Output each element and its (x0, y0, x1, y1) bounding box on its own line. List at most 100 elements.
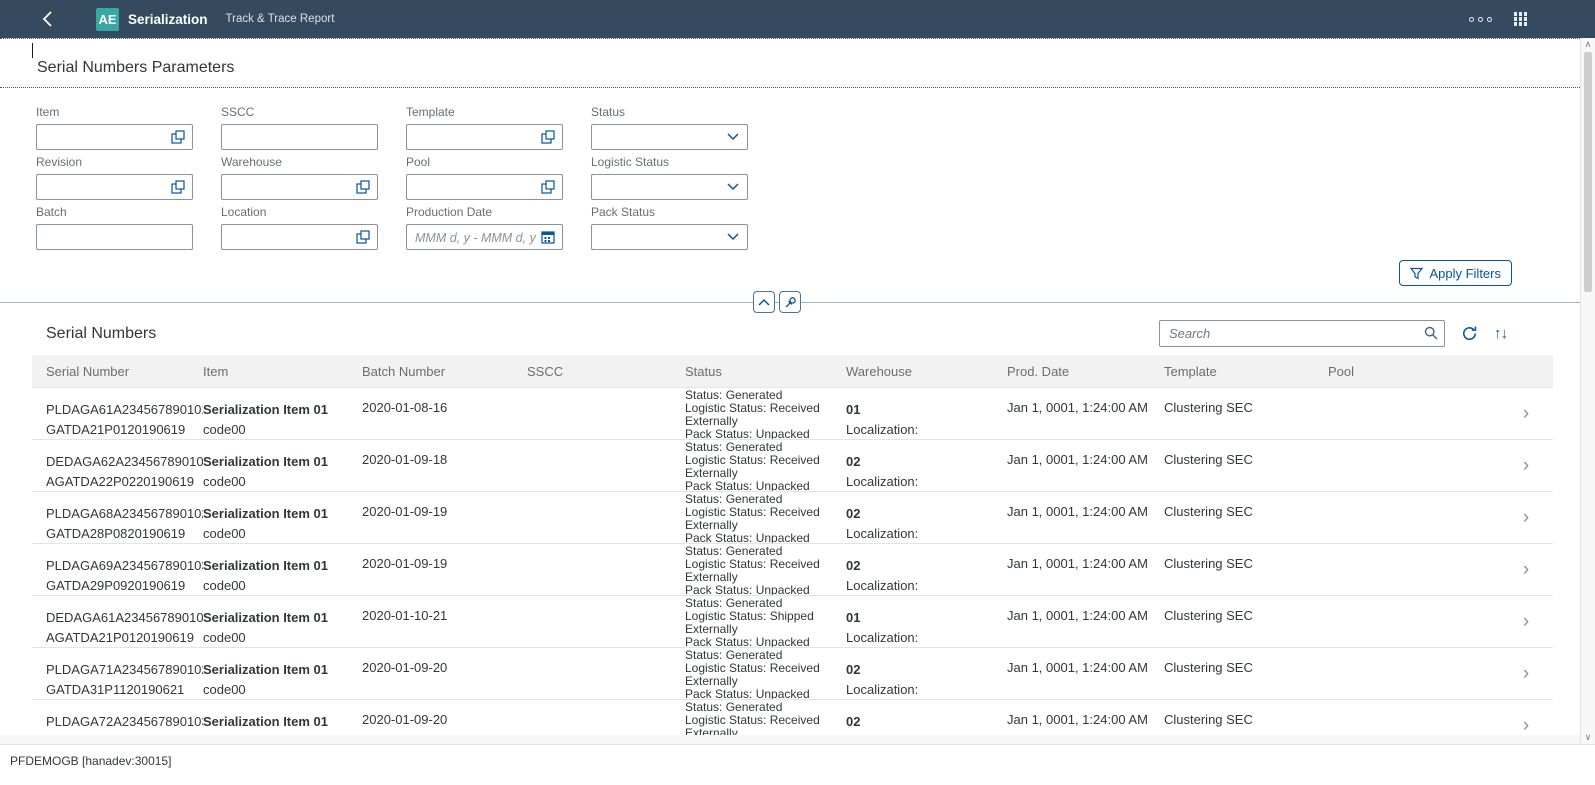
column-header-item: Item (203, 355, 362, 387)
row-chevron-icon[interactable]: › (1509, 388, 1553, 439)
template-cell: Clustering SEC (1164, 388, 1328, 439)
prod-date-cell: Jan 1, 0001, 1:24:00 AM (1007, 388, 1164, 439)
overflow-icon[interactable] (1469, 17, 1492, 22)
column-header-warehouse: Warehouse (846, 355, 1007, 387)
serial-number-cell: DEDAGA62A234567890102AGATDA22P0220190619 (46, 440, 203, 491)
table-row[interactable]: DEDAGA62A234567890102AGATDA22P0220190619… (32, 440, 1553, 492)
horizontal-scrollbar[interactable] (0, 735, 1580, 744)
filter-field-template: Template (406, 105, 563, 150)
collapse-header-button[interactable] (753, 291, 775, 313)
back-icon[interactable] (28, 10, 68, 28)
filter-label-production-date: Production Date (406, 205, 563, 219)
sscc-cell (527, 544, 685, 595)
status-cell: Status: GeneratedLogistic Status: Receiv… (685, 440, 846, 491)
warehouse-cell: 02Localization: (846, 440, 1007, 491)
batch-cell: 2020-01-10-21 (362, 596, 527, 647)
pool-cell (1328, 544, 1509, 595)
row-chevron-icon[interactable]: › (1509, 492, 1553, 543)
filter-label-item: Item (36, 105, 193, 119)
app-title: Serialization (128, 12, 208, 27)
value-help-icon[interactable] (170, 129, 186, 145)
row-chevron-icon[interactable]: › (1509, 440, 1553, 491)
filter-label-warehouse: Warehouse (221, 155, 378, 169)
prod-date-cell: Jan 1, 0001, 1:24:00 AM (1007, 648, 1164, 699)
filter-field-pack-status: Pack Status (591, 205, 748, 250)
column-header-pool: Pool (1328, 355, 1509, 387)
search-icon[interactable] (1424, 326, 1438, 345)
chevron-down-icon[interactable] (725, 229, 741, 245)
status-cell: Status: GeneratedLogistic Status: Receiv… (685, 700, 846, 735)
serial-number-cell: PLDAGA68A234567890102AGATDA28P0820190619 (46, 492, 203, 543)
value-help-icon[interactable] (355, 229, 371, 245)
filter-input-sscc[interactable] (221, 124, 378, 150)
search-input[interactable] (1159, 320, 1445, 347)
vertical-scrollbar[interactable]: ∧ ∨ (1580, 38, 1595, 744)
warehouse-cell: 01Localization: (846, 388, 1007, 439)
prod-date-cell: Jan 1, 0001, 1:24:00 AM (1007, 596, 1164, 647)
serial-number-cell: DEDAGA61A234567890101AGATDA21P0120190619 (46, 596, 203, 647)
batch-cell: 2020-01-09-18 (362, 440, 527, 491)
filter-label-revision: Revision (36, 155, 193, 169)
filter-field-item: Item (36, 105, 193, 150)
chevron-down-icon[interactable] (725, 179, 741, 195)
value-help-icon[interactable] (540, 179, 556, 195)
prod-date-cell: Jan 1, 0001, 1:24:00 AM (1007, 440, 1164, 491)
pool-cell (1328, 388, 1509, 439)
sscc-cell (527, 440, 685, 491)
value-help-icon[interactable] (170, 179, 186, 195)
row-chevron-icon[interactable]: › (1509, 544, 1553, 595)
table-row[interactable]: PLDAGA72A234567890103A Serialization Ite… (32, 700, 1553, 735)
column-header-sscc: SSCC (527, 355, 685, 387)
filter-input-batch[interactable] (36, 224, 193, 250)
status-bar: PFDEMOGB [hanadev:30015] (0, 744, 1595, 785)
batch-cell: 2020-01-08-16 (362, 388, 527, 439)
table-row[interactable]: PLDAGA61A234567890101AGATDA21P0120190619… (32, 388, 1553, 440)
refresh-icon[interactable] (1461, 325, 1478, 342)
row-chevron-icon[interactable]: › (1509, 648, 1553, 699)
text-cursor (32, 43, 33, 58)
scroll-down-icon[interactable]: ∨ (1581, 732, 1595, 743)
chevron-down-icon[interactable] (725, 129, 741, 145)
item-cell: Serialization Item 01code00 (203, 388, 362, 439)
item-cell: Serialization Item 01code00 (203, 700, 362, 735)
table-row[interactable]: DEDAGA61A234567890101AGATDA21P0120190619… (32, 596, 1553, 648)
sort-icon[interactable]: ↑↓ (1494, 325, 1507, 342)
row-chevron-icon[interactable]: › (1509, 596, 1553, 647)
filter-label-pool: Pool (406, 155, 563, 169)
row-chevron-icon[interactable]: › (1509, 700, 1553, 735)
filter-panel-edge (0, 302, 1580, 303)
table-row[interactable]: PLDAGA68A234567890102AGATDA28P0820190619… (32, 492, 1553, 544)
app-launcher-icon[interactable] (1514, 12, 1528, 26)
table-title: Serial Numbers (46, 325, 156, 343)
column-header-serial-number: Serial Number (46, 355, 203, 387)
shellbar: AE Serialization Track & Trace Report (0, 0, 1595, 38)
batch-cell: 2020-01-09-20 (362, 648, 527, 699)
apply-filters-button[interactable]: Apply Filters (1399, 260, 1512, 286)
filter-field-logistic-status: Logistic Status (591, 155, 748, 200)
filter-panel-title: Serial Numbers Parameters (37, 59, 234, 77)
template-cell: Clustering SEC (1164, 700, 1328, 735)
status-cell: Status: GeneratedLogistic Status: Receiv… (685, 492, 846, 543)
value-help-icon[interactable] (540, 129, 556, 145)
table-row[interactable]: PLDAGA69A234567890103AGATDA29P0920190619… (32, 544, 1553, 596)
calendar-icon[interactable] (540, 229, 556, 245)
filter-label-logistic-status: Logistic Status (591, 155, 748, 169)
scroll-up-icon[interactable]: ∧ (1581, 39, 1595, 50)
filter-label-template: Template (406, 105, 563, 119)
scrollbar-thumb[interactable] (1584, 52, 1592, 292)
filter-form: Item SSCC Template Status Revision Wareh… (36, 105, 1580, 250)
batch-cell: 2020-01-09-20 (362, 700, 527, 735)
template-cell: Clustering SEC (1164, 544, 1328, 595)
table-row[interactable]: PLDAGA71A234567890102AGATDA31P1120190621… (32, 648, 1553, 700)
filter-icon (1410, 267, 1423, 280)
filter-label-batch: Batch (36, 205, 193, 219)
main-content: Serial Numbers Parameters Item SSCC Temp… (0, 38, 1580, 735)
value-help-icon[interactable] (355, 179, 371, 195)
warehouse-cell: 02Localization: (846, 492, 1007, 543)
item-cell: Serialization Item 01code00 (203, 648, 362, 699)
template-cell: Clustering SEC (1164, 648, 1328, 699)
status-cell: Status: GeneratedLogistic Status: Receiv… (685, 388, 846, 439)
pin-header-button[interactable] (779, 291, 801, 313)
item-cell: Serialization Item 01code00 (203, 596, 362, 647)
pool-cell (1328, 700, 1509, 735)
